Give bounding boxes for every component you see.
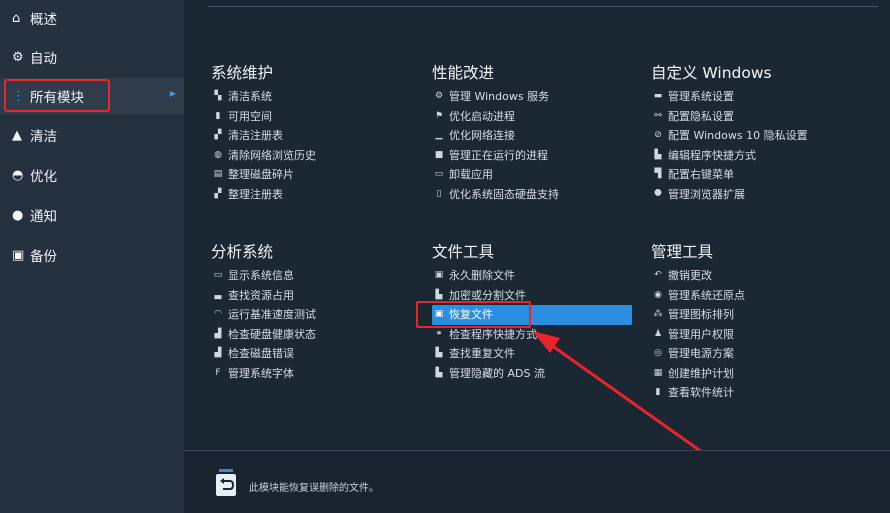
sidebar-item-label: 备份 — [30, 249, 57, 265]
backup-icon: ▣ — [12, 247, 25, 263]
broom-icon: ▲ — [12, 127, 22, 143]
speedometer-icon: ◓ — [12, 167, 24, 183]
info-icon: ● — [12, 207, 24, 223]
chevron-right-icon: ▶ — [169, 89, 176, 98]
sidebar: ⌂ 概述 ⚙ 自动 ⋮⋮ 所有模块 ▶ ▲ 清洁 ◓ 优化 ● 通知 ▣ 备份 — [0, 0, 184, 513]
sidebar-item-label: 优化 — [30, 169, 57, 185]
module-description-bar: 此模块能恢复误删除的文件。 — [184, 450, 890, 513]
sidebar-item-label: 清洁 — [30, 129, 57, 145]
sidebar-item-overview[interactable]: ⌂ 概述 — [0, 0, 184, 36]
arrow-line — [543, 338, 717, 464]
sidebar-item-notify[interactable]: ● 通知 — [0, 197, 184, 233]
sidebar-item-label: 自动 — [30, 51, 57, 67]
restore-file-icon — [216, 469, 236, 496]
sidebar-item-label: 通知 — [30, 209, 57, 225]
gears-icon: ⚙ — [12, 49, 24, 65]
annotation-arrow — [532, 331, 717, 464]
sidebar-item-backup[interactable]: ▣ 备份 — [0, 237, 184, 273]
home-icon: ⌂ — [12, 10, 21, 26]
module-description: 此模块能恢复误删除的文件。 — [249, 483, 379, 494]
sidebar-item-optimize[interactable]: ◓ 优化 — [0, 157, 184, 193]
sidebar-item-label: 概述 — [30, 12, 57, 28]
sidebar-item-clean[interactable]: ▲ 清洁 — [0, 117, 184, 153]
sidebar-item-auto[interactable]: ⚙ 自动 — [0, 39, 184, 75]
annotation-box-sidebar — [4, 79, 110, 112]
main-panel: 系统维护 ▚ 清洁系统 ▮ 可用空间 ▞ 清洁注册表 ◍ 清除网络浏览历史 ▤ 整理磁盘碎… — [184, 0, 890, 513]
